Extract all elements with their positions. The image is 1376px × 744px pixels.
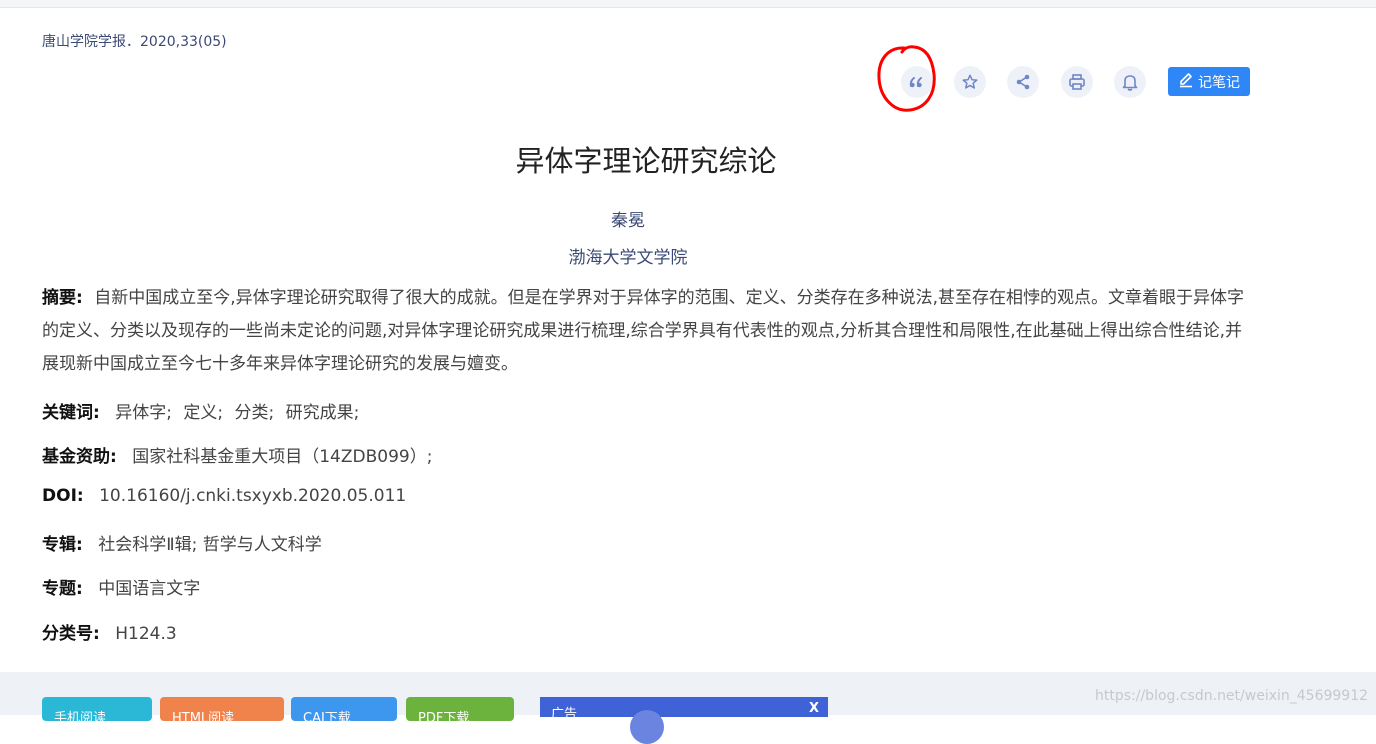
keyword-link[interactable]: 研究成果;: [286, 403, 360, 423]
doi-label: DOI:: [42, 486, 84, 506]
classification-label: 分类号:: [42, 624, 100, 644]
print-icon: [1068, 73, 1086, 91]
classification-value: H124.3: [115, 624, 177, 644]
keyword-link[interactable]: 定义;: [183, 403, 223, 423]
series-value: 社会科学Ⅱ辑; 哲学与人文科学: [98, 535, 322, 555]
keyword-link[interactable]: 分类;: [235, 403, 275, 423]
fund-row: 基金资助: 国家社科基金重大项目（14ZDB099）;: [42, 442, 432, 467]
favorite-button[interactable]: [954, 66, 986, 98]
abstract-text: 自新中国成立至今,异体字理论研究取得了很大的成就。但是在学界对于异体字的范围、定…: [42, 288, 1245, 374]
series-label: 专辑:: [42, 535, 83, 555]
subscribe-button[interactable]: [1114, 66, 1146, 98]
classification-row: 分类号: H124.3: [42, 619, 177, 644]
take-note-label: 记笔记: [1198, 74, 1240, 91]
star-icon: [961, 73, 979, 91]
ad-close-button[interactable]: X: [809, 701, 819, 716]
red-circle-annotation: [877, 45, 936, 112]
top-strip: [0, 0, 1376, 8]
series-row: 专辑: 社会科学Ⅱ辑; 哲学与人文科学: [42, 530, 322, 555]
ad-graphic: [630, 710, 664, 744]
share-button[interactable]: [1007, 66, 1039, 98]
keyword-link[interactable]: 异体字;: [115, 403, 172, 423]
caj-download-label: CAJ下载: [303, 711, 351, 721]
topic-label: 专题:: [42, 579, 83, 599]
watermark: https://blog.csdn.net/weixin_45699912: [1095, 688, 1369, 704]
fund-label: 基金资助:: [42, 447, 117, 467]
share-icon: [1015, 74, 1031, 90]
pdf-download-button[interactable]: PDF下载: [406, 697, 514, 721]
keywords-label: 关键词:: [42, 403, 100, 423]
take-note-button[interactable]: 记笔记: [1168, 67, 1250, 96]
mobile-read-button[interactable]: 手机阅读: [42, 697, 152, 721]
fund-link[interactable]: 国家社科基金重大项目（14ZDB099）;: [132, 447, 432, 467]
journal-citation[interactable]: 唐山学院学报．2020,33(05): [42, 31, 227, 51]
ad-label: 广告: [551, 707, 578, 722]
keywords-row: 关键词: 异体字; 定义; 分类; 研究成果;: [42, 398, 365, 423]
topic-value: 中国语言文字: [98, 579, 201, 599]
ad-banner[interactable]: 广告 X: [540, 697, 828, 744]
print-button[interactable]: [1061, 66, 1093, 98]
html-read-label: HTML阅读: [172, 711, 235, 721]
topic-row: 专题: 中国语言文字: [42, 574, 200, 599]
html-read-button[interactable]: HTML阅读: [160, 697, 284, 721]
institution-link[interactable]: 渤海大学文学院: [0, 243, 1256, 268]
bell-icon: [1122, 73, 1138, 91]
pdf-download-label: PDF下载: [418, 711, 470, 721]
doi-value: 10.16160/j.cnki.tsxyxb.2020.05.011: [99, 486, 407, 506]
pencil-icon: [1178, 72, 1194, 92]
abstract-label: 摘要:: [42, 288, 83, 308]
author-link[interactable]: 秦冕: [0, 206, 1256, 231]
doi-row: DOI: 10.16160/j.cnki.tsxyxb.2020.05.011: [42, 486, 406, 506]
caj-download-button[interactable]: CAJ下载: [291, 697, 397, 721]
mobile-read-label: 手机阅读: [54, 711, 107, 721]
abstract: 摘要: 自新中国成立至今,异体字理论研究取得了很大的成就。但是在学界对于异体字的…: [42, 282, 1256, 381]
article-title: 异体字理论研究综论: [515, 144, 777, 178]
